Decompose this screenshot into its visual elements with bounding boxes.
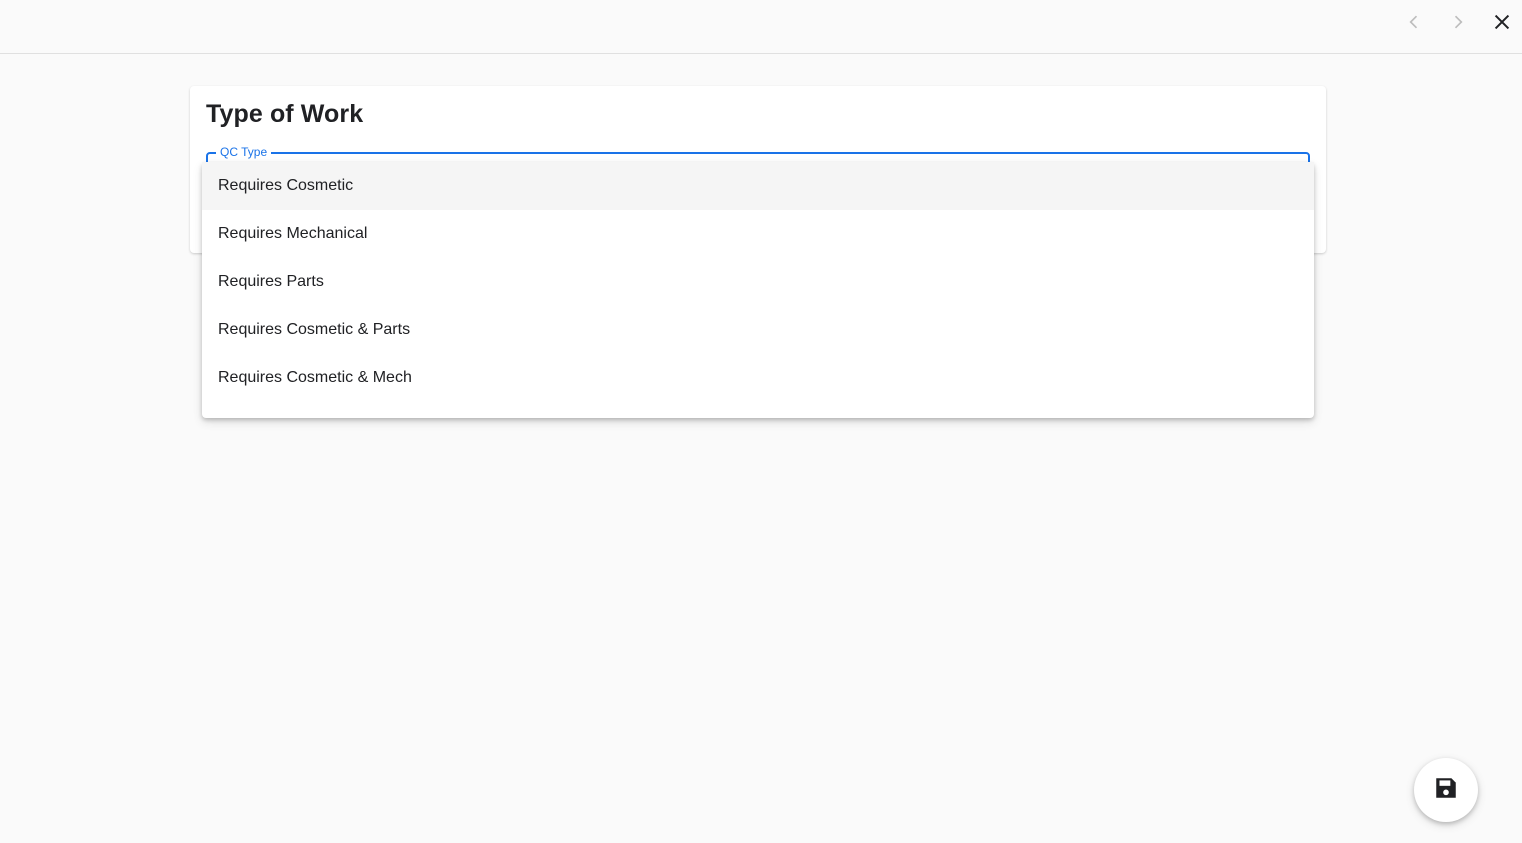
option-requires-cosmetic-mech[interactable]: Requires Cosmetic & Mech xyxy=(202,354,1314,402)
next-button[interactable] xyxy=(1442,6,1474,38)
option-requires-cosmetic-parts[interactable]: Requires Cosmetic & Parts xyxy=(202,306,1314,354)
previous-button[interactable] xyxy=(1398,6,1430,38)
card-title: Type of Work xyxy=(206,100,364,128)
option-requires-mechanical[interactable]: Requires Mechanical xyxy=(202,210,1314,258)
save-icon xyxy=(1433,775,1459,806)
qc-type-label: QC Type xyxy=(216,145,272,159)
top-bar xyxy=(0,0,1522,54)
save-button[interactable] xyxy=(1414,758,1478,822)
qc-type-dropdown-menu: Requires Cosmetic Requires Mechanical Re… xyxy=(202,162,1314,418)
chevron-left-icon xyxy=(1404,12,1424,32)
option-requires-parts[interactable]: Requires Parts xyxy=(202,258,1314,306)
chevron-right-icon xyxy=(1448,12,1468,32)
close-icon xyxy=(1491,11,1513,33)
close-button[interactable] xyxy=(1486,6,1518,38)
option-requires-cosmetic[interactable]: Requires Cosmetic xyxy=(202,162,1314,210)
